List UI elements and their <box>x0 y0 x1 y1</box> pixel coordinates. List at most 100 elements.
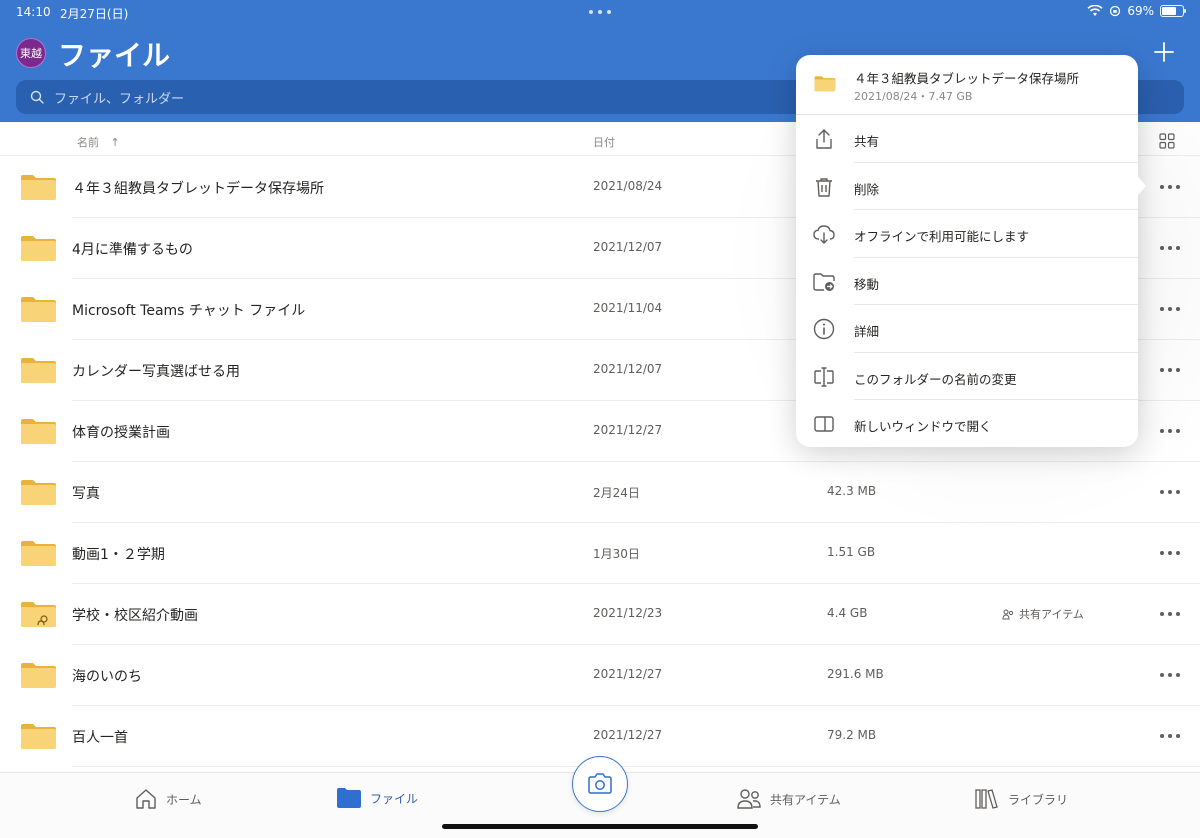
grid-view-icon[interactable] <box>1158 132 1176 150</box>
people-icon <box>737 789 761 809</box>
home-icon <box>136 789 156 809</box>
file-date: 2021/12/27 <box>593 667 663 681</box>
file-date: 2021/08/24 <box>593 179 663 193</box>
status-indicators: 69% <box>1087 4 1186 18</box>
menu-item-share[interactable]: 共有 <box>796 115 1138 163</box>
folder-icon <box>21 724 56 749</box>
camera-button[interactable] <box>572 756 628 812</box>
file-row[interactable]: 写真 2月24日 42.3 MB <box>0 462 1200 523</box>
file-size: 291.6 MB <box>827 667 884 681</box>
status-date: 2月27日(日) <box>60 7 129 21</box>
file-date: 2021/12/27 <box>593 728 663 742</box>
file-name: 百人一首 <box>72 730 128 746</box>
menu-item-label: 削除 <box>854 181 880 197</box>
folder-icon <box>21 480 56 505</box>
new-window-icon <box>814 416 834 432</box>
folder-icon <box>21 358 56 383</box>
file-name: カレンダー写真選ばせる用 <box>72 364 240 380</box>
folder-icon <box>21 602 56 627</box>
file-name: 海のいのち <box>72 669 142 685</box>
column-name-label: 名前 <box>77 136 99 149</box>
menu-item-rename[interactable]: このフォルダーの名前の変更 <box>796 353 1138 401</box>
folder-icon <box>21 175 56 200</box>
home-indicator[interactable] <box>442 824 758 829</box>
more-options-button[interactable] <box>1158 423 1182 439</box>
battery-icon <box>1160 5 1186 17</box>
more-options-button[interactable] <box>1158 667 1182 683</box>
cloud-download-icon <box>813 225 835 244</box>
menu-item-label: 新しいウィンドウで開く <box>854 419 992 434</box>
menu-item-label: 詳細 <box>854 324 880 339</box>
menu-item-new-window[interactable]: 新しいウィンドウで開く <box>796 400 1138 448</box>
folder-icon <box>337 788 361 808</box>
info-icon <box>813 318 835 340</box>
menu-item-label: 共有 <box>854 134 880 149</box>
file-name: 体育の授業計画 <box>72 425 170 441</box>
column-name-header[interactable]: 名前 ↑ <box>77 134 120 150</box>
tab-files[interactable]: ファイル <box>336 787 418 809</box>
file-name: 写真 <box>72 486 100 502</box>
menu-pointer <box>1134 172 1146 200</box>
tab-library-label: ライブラリ <box>1008 792 1069 807</box>
folder-icon <box>814 76 836 92</box>
file-name: 動画1・２学期 <box>72 547 165 563</box>
multitasking-dots-icon[interactable] <box>589 10 611 14</box>
context-menu: ４年３組教員タブレットデータ保存場所 2021/08/24・7.47 GB 共有… <box>796 55 1138 447</box>
avatar[interactable]: 東越 <box>16 38 46 68</box>
menu-item-label: オフラインで利用可能にします <box>854 229 1030 244</box>
file-size: 79.2 MB <box>827 728 877 742</box>
file-name: 学校・校区紹介動画 <box>72 608 198 624</box>
search-icon <box>30 90 44 104</box>
file-name: 4月に準備するもの <box>72 242 193 258</box>
file-date: 1月30日 <box>593 547 640 561</box>
menu-item-label: このフォルダーの名前の変更 <box>854 371 1017 387</box>
file-size: 42.3 MB <box>827 484 877 498</box>
file-date: 2021/12/23 <box>593 606 663 620</box>
people-icon <box>1002 609 1014 619</box>
orientation-lock-icon <box>1110 5 1121 17</box>
tab-library[interactable]: ライブラリ <box>974 787 1068 811</box>
column-date-header[interactable]: 日付 <box>593 134 615 150</box>
tab-shared-label: 共有アイテム <box>770 792 841 807</box>
more-options-button[interactable] <box>1158 484 1182 500</box>
menu-item-trash[interactable]: 削除 <box>796 163 1138 211</box>
menu-item-move-folder[interactable]: 移動 <box>796 258 1138 306</box>
tab-shared[interactable]: 共有アイテム <box>736 787 841 811</box>
file-size: 1.51 GB <box>827 545 876 559</box>
folder-icon <box>21 541 56 566</box>
folder-icon <box>21 236 56 261</box>
more-options-button[interactable] <box>1158 179 1182 195</box>
more-options-button[interactable] <box>1158 301 1182 317</box>
move-folder-icon <box>813 272 835 291</box>
battery-percent: 69% <box>1127 4 1154 18</box>
file-row[interactable]: 動画1・２学期 1月30日 1.51 GB <box>0 523 1200 584</box>
folder-icon <box>21 297 56 322</box>
file-date: 2021/12/07 <box>593 240 663 254</box>
camera-icon <box>588 773 612 794</box>
more-options-button[interactable] <box>1158 362 1182 378</box>
more-options-button[interactable] <box>1158 728 1182 744</box>
file-row[interactable]: 海のいのち 2021/12/27 291.6 MB <box>0 645 1200 706</box>
library-icon <box>975 789 998 809</box>
context-menu-title: ４年３組教員タブレットデータ保存場所 <box>854 71 1080 86</box>
file-date: 2021/11/04 <box>593 301 663 315</box>
context-menu-header: ４年３組教員タブレットデータ保存場所 2021/08/24・7.47 GB <box>796 55 1138 115</box>
sort-ascending-icon: ↑ <box>110 136 120 149</box>
file-size: 4.4 GB <box>827 606 868 620</box>
status-bar: 14:10 2月27日(日) 69% <box>0 0 1200 24</box>
file-date: 2月24日 <box>593 486 640 500</box>
file-row[interactable]: 学校・校区紹介動画 2021/12/23 4.4 GB 共有アイテム <box>0 584 1200 645</box>
more-options-button[interactable] <box>1158 606 1182 622</box>
more-options-button[interactable] <box>1158 545 1182 561</box>
menu-item-cloud-download[interactable]: オフラインで利用可能にします <box>796 210 1138 258</box>
add-icon[interactable] <box>1152 40 1176 64</box>
file-shared-label: 共有アイテム <box>1019 608 1084 621</box>
tab-home[interactable]: ホーム <box>134 787 202 811</box>
menu-item-info[interactable]: 詳細 <box>796 305 1138 353</box>
tab-files-label: ファイル <box>370 791 419 806</box>
file-name: Microsoft Teams チャット ファイル <box>72 303 306 319</box>
share-icon <box>816 129 832 149</box>
file-name: ４年３組教員タブレットデータ保存場所 <box>72 181 324 197</box>
menu-item-label: 移動 <box>854 276 880 292</box>
more-options-button[interactable] <box>1158 240 1182 256</box>
